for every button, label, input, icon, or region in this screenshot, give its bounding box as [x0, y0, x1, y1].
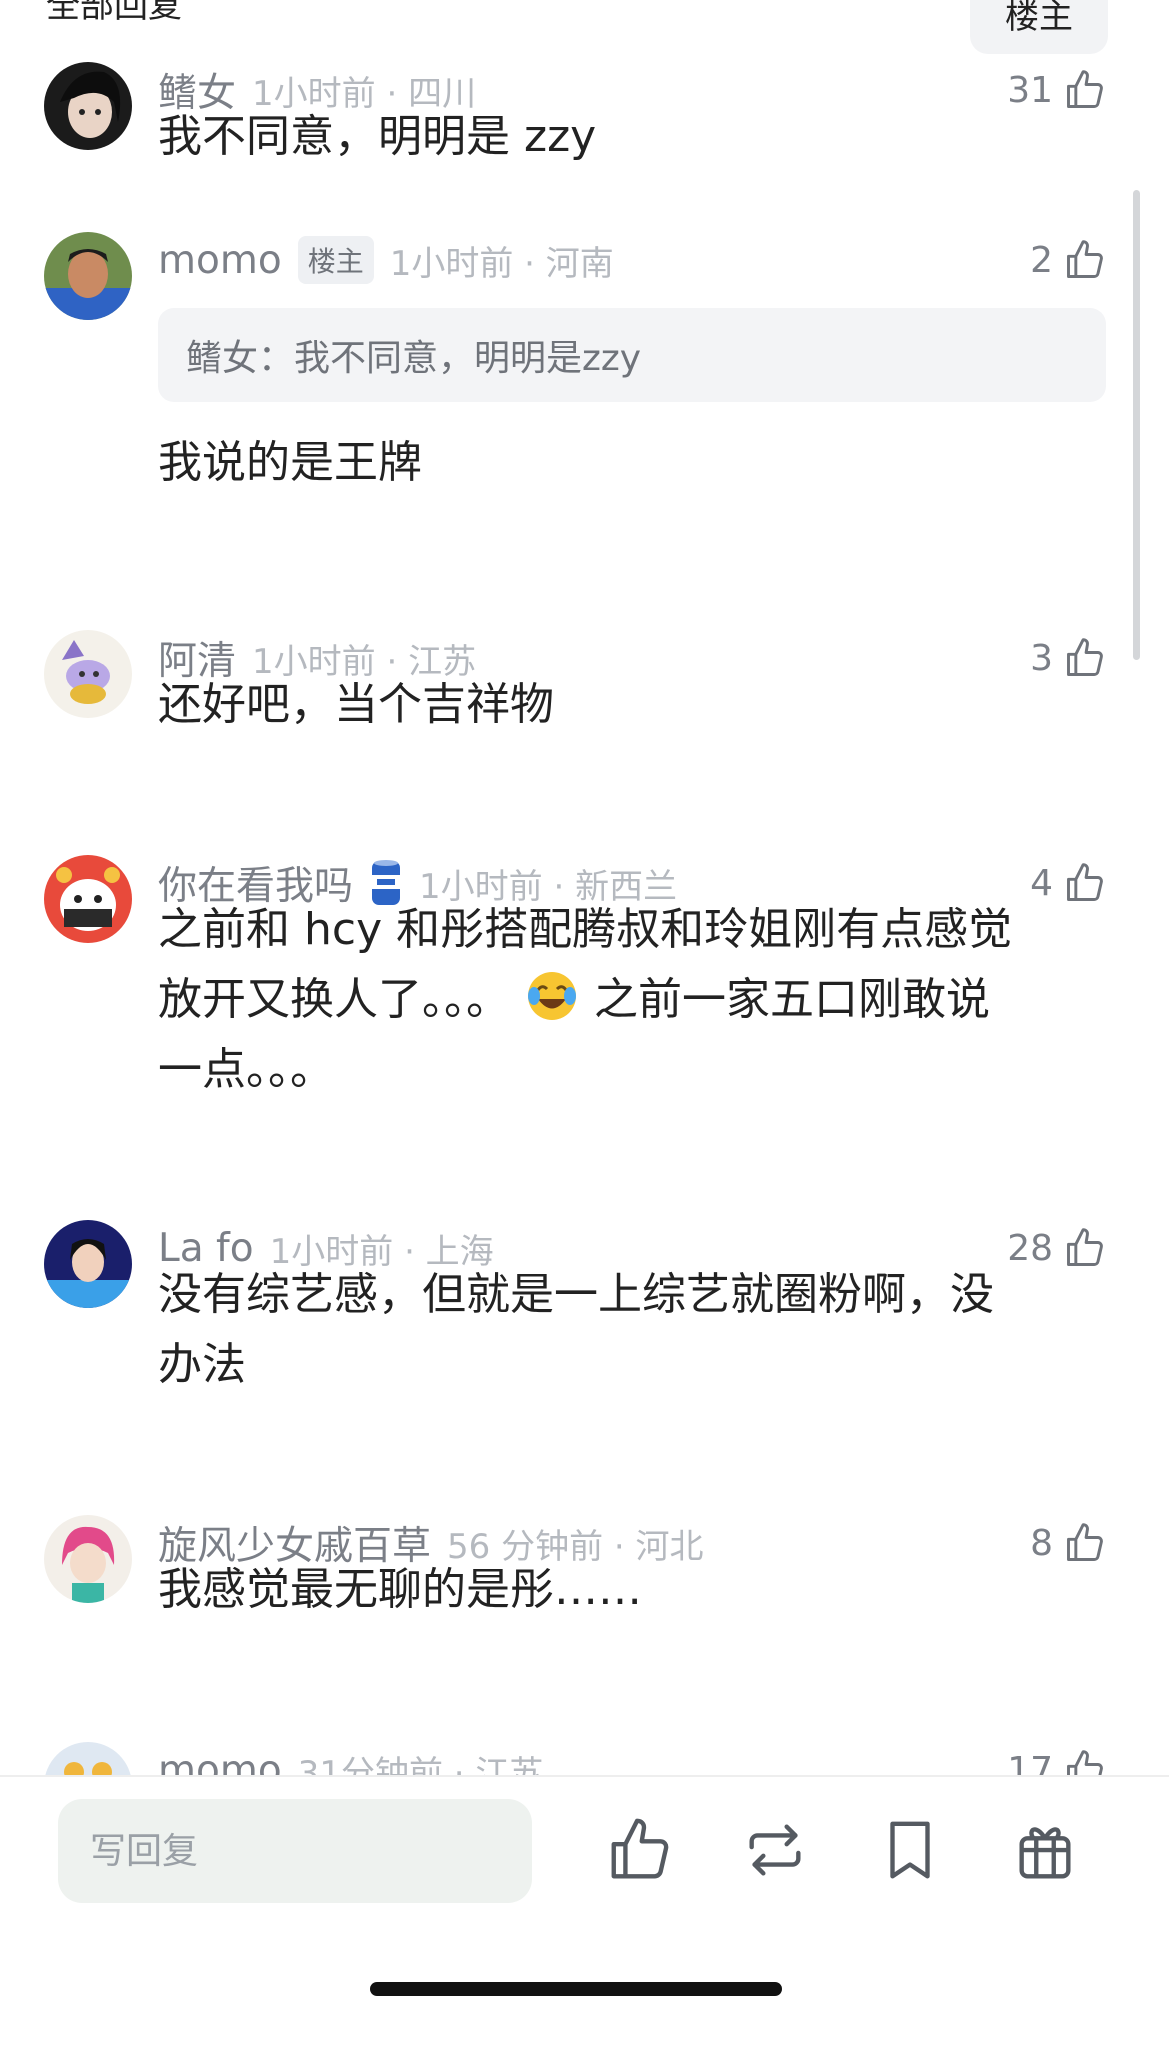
timestamp-location: 1小时前 · 河南: [389, 243, 614, 284]
gift-icon: [1019, 1827, 1071, 1879]
bottom-action-bar: [0, 1775, 1169, 2045]
replies-header: 全部回复 楼主: [0, 0, 1169, 70]
page-title: 全部回复: [46, 0, 182, 26]
repost-button[interactable]: [740, 1815, 810, 1885]
quoted-reply[interactable]: 鳍女：我不同意，明明是zzy: [158, 308, 1106, 402]
comment-text: 我感觉最无聊的是彤……: [158, 1564, 642, 1615]
bookmark-button[interactable]: [875, 1815, 945, 1885]
timestamp-location: 31分钟前 · 江苏: [297, 1753, 544, 1776]
avatar[interactable]: [44, 1220, 132, 1308]
avatar[interactable]: [44, 62, 132, 150]
comment-text-segment: 放开又换人了。。。: [158, 974, 510, 1025]
tears-of-joy-emoji-icon: [524, 968, 580, 1024]
op-badge: 楼主: [297, 236, 374, 284]
comment-text-line: 没有综艺感，但就是一上综艺就圈粉啊，没: [158, 1269, 994, 1320]
username[interactable]: momo: [158, 1748, 282, 1776]
comment-meta: momo 31分钟前 · 江苏: [158, 1742, 544, 1776]
avatar[interactable]: [44, 232, 132, 320]
reply-input[interactable]: [58, 1799, 532, 1903]
thumbs-up-icon: [611, 1818, 669, 1879]
like-count: 17: [1007, 1749, 1053, 1776]
comment-text-line: 放开又换人了。。。 之前一家五口刚敢说: [158, 965, 1078, 1035]
scrollbar[interactable]: [1133, 190, 1140, 660]
avatar[interactable]: [44, 630, 132, 718]
comment-text: 没有综艺感，但就是一上综艺就圈粉啊，没 办法: [158, 1260, 1078, 1400]
comment-text-segment: 之前一家五口刚敢说: [594, 974, 990, 1025]
like-button[interactable]: 17: [1007, 1742, 1107, 1775]
like-count: 2: [1030, 239, 1053, 281]
comment-text: 还好吧，当个吉祥物: [158, 679, 554, 730]
comment-meta: momo 楼主 1小时前 · 河南: [158, 232, 614, 288]
like-button[interactable]: 2: [1030, 232, 1107, 288]
op-only-button[interactable]: 楼主: [970, 0, 1108, 54]
gift-button[interactable]: [1010, 1815, 1080, 1885]
avatar[interactable]: [44, 855, 132, 943]
thumbs-up-icon: [1067, 1750, 1103, 1775]
home-indicator[interactable]: [370, 1982, 782, 1996]
like-post-button[interactable]: [605, 1815, 675, 1885]
thumbs-up-icon: [1067, 240, 1103, 278]
avatar[interactable]: [44, 1515, 132, 1603]
comment-text-line: 之前和 hcy 和彤搭配腾叔和玲姐刚有点感觉: [158, 904, 1013, 955]
comment-text: 我不同意，明明是 zzy: [158, 111, 597, 162]
comment-list[interactable]: 鳍女 1小时前 · 四川 31 我不同意，明明是 zzy momo 楼主 1小时…: [0, 0, 1169, 1775]
comment-text: 我说的是王牌: [158, 437, 422, 488]
avatar[interactable]: [44, 1742, 132, 1775]
bookmark-icon: [890, 1821, 930, 1879]
username[interactable]: momo: [158, 238, 282, 283]
comment-text-line: 办法: [158, 1339, 246, 1390]
comment-text: 之前和 hcy 和彤搭配腾叔和玲姐刚有点感觉 放开又换人了。。。 之前一家五口刚…: [158, 895, 1078, 1105]
comment-text-line: 一点。。。: [158, 1044, 334, 1095]
repost-icon: [749, 1824, 801, 1876]
